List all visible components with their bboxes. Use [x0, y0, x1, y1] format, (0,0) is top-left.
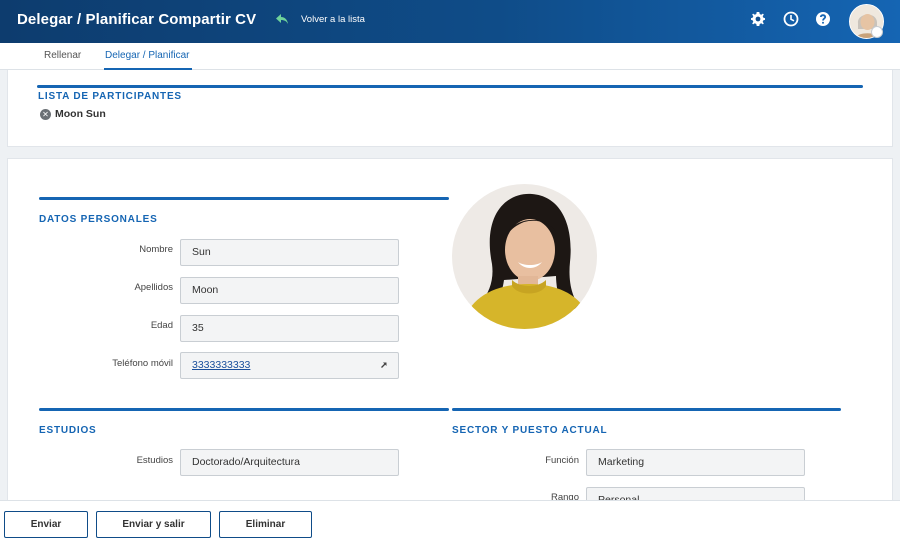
back-arrow-icon — [276, 14, 288, 24]
eliminar-button[interactable]: Eliminar — [219, 511, 312, 538]
remove-participant-icon[interactable]: ✕ — [40, 108, 51, 120]
estudios-field[interactable]: Doctorado/Arquitectura — [180, 449, 399, 476]
gear-icon[interactable] — [750, 11, 766, 27]
funcion-label: Función — [545, 455, 579, 466]
tab-bar: Rellenar Delegar / Planificar — [0, 43, 900, 70]
estudios-label: Estudios — [136, 455, 173, 466]
enviar-y-salir-button[interactable]: Enviar y salir — [96, 511, 211, 538]
tab-rellenar[interactable]: Rellenar — [44, 50, 81, 61]
participant-chip[interactable]: ✕ Moon Sun — [40, 108, 106, 120]
nombre-field[interactable]: Sun — [180, 239, 399, 266]
external-link-icon[interactable] — [380, 361, 388, 369]
personal-section-bar — [39, 197, 449, 200]
avatar-badge — [871, 26, 883, 38]
help-icon[interactable] — [815, 11, 831, 27]
clock-icon[interactable] — [783, 11, 799, 27]
sector-title: SECTOR Y PUESTO ACTUAL — [452, 425, 608, 436]
back-link-label: Volver a la lista — [301, 13, 365, 25]
apellidos-field[interactable]: Moon — [180, 277, 399, 304]
funcion-field[interactable]: Marketing — [586, 449, 805, 476]
edad-label: Edad — [150, 320, 173, 331]
tab-delegar-planificar[interactable]: Delegar / Planificar — [105, 50, 189, 61]
app-header: Delegar / Planificar Compartir CV Volver… — [0, 0, 900, 43]
profile-photo-image — [452, 184, 597, 329]
edad-field[interactable]: 35 — [180, 315, 399, 342]
telefono-field[interactable]: 3333333333 — [180, 352, 399, 379]
profile-photo — [452, 184, 597, 329]
nombre-label: Nombre — [139, 244, 173, 255]
enviar-button[interactable]: Enviar — [4, 511, 88, 538]
personal-data-title: DATOS PERSONALES — [39, 214, 158, 225]
participants-title: LISTA DE PARTICIPANTES — [38, 91, 182, 102]
sector-section-bar — [452, 408, 841, 411]
telefono-value[interactable]: 3333333333 — [192, 359, 250, 371]
back-to-list-link[interactable]: Volver a la lista — [275, 13, 365, 25]
participants-card — [7, 70, 893, 147]
studies-section-bar — [39, 408, 449, 411]
apellidos-label: Apellidos — [134, 282, 173, 293]
participant-name: Moon Sun — [55, 108, 106, 120]
telefono-label: Teléfono móvil — [112, 358, 173, 369]
page-title: Delegar / Planificar Compartir CV — [17, 11, 257, 28]
participants-section-bar — [37, 85, 863, 88]
studies-title: ESTUDIOS — [39, 425, 97, 436]
footer-action-bar: Enviar Enviar y salir Eliminar — [0, 500, 900, 543]
